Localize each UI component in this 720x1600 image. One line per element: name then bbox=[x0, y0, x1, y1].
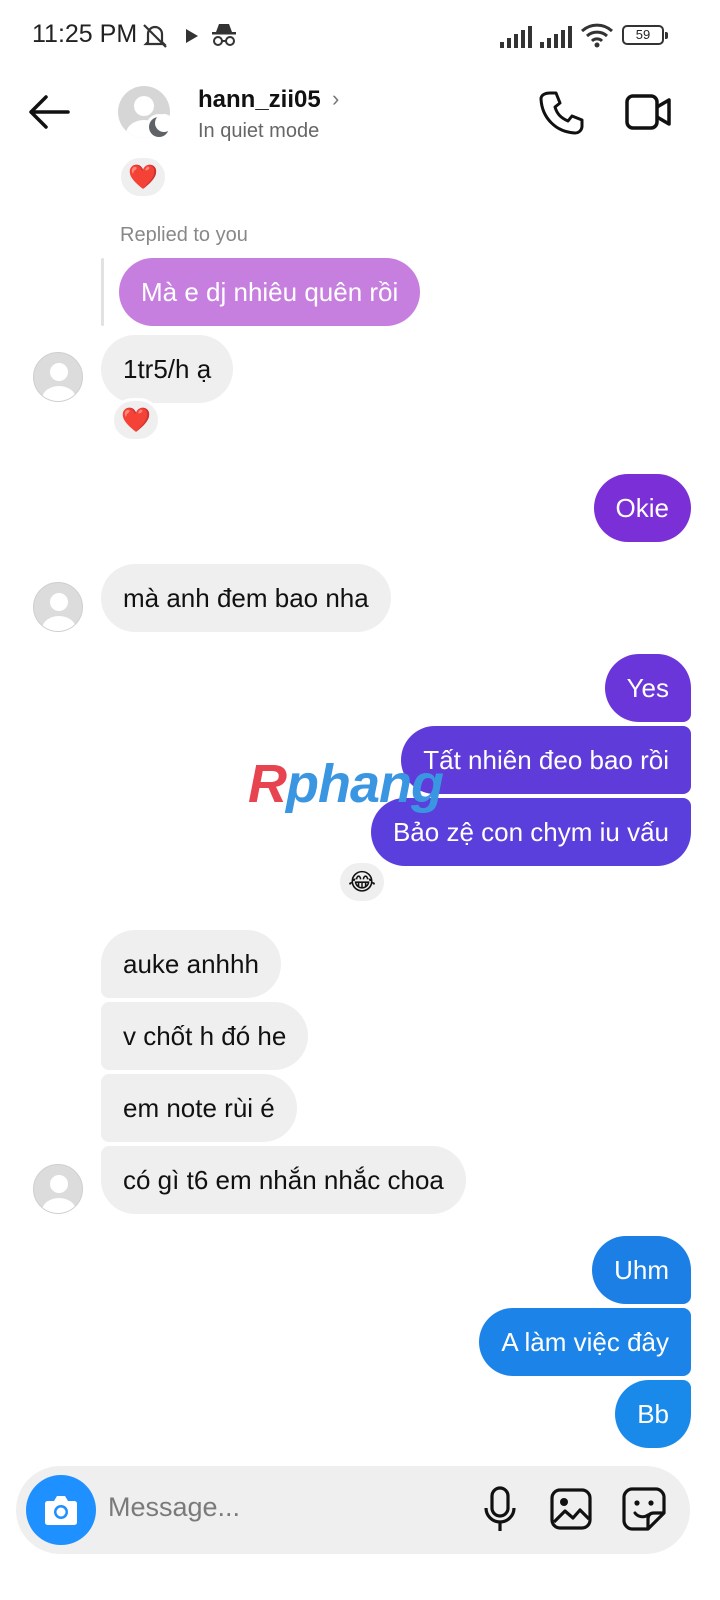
default-avatar-icon bbox=[42, 1175, 76, 1213]
outgoing-message[interactable]: Uhm bbox=[592, 1236, 691, 1304]
camera-button[interactable] bbox=[26, 1475, 96, 1545]
gallery-icon[interactable] bbox=[550, 1488, 592, 1530]
chevron-right-icon[interactable]: › bbox=[332, 86, 339, 112]
incoming-message[interactable]: 1tr5/h ạ bbox=[101, 335, 234, 403]
message-input[interactable]: Message... bbox=[108, 1492, 240, 1523]
chat-header: hann_zii05 › In quiet mode bbox=[0, 72, 720, 156]
heart-reaction[interactable]: ❤️ bbox=[111, 398, 161, 442]
default-avatar-icon bbox=[42, 363, 76, 401]
battery-indicator: 59 bbox=[622, 25, 668, 45]
quiet-mode-icon bbox=[146, 114, 173, 140]
back-arrow-icon[interactable] bbox=[28, 92, 72, 132]
status-time: 11:25 PM bbox=[32, 20, 138, 48]
outgoing-message[interactable]: Okie bbox=[593, 474, 691, 542]
avatar[interactable] bbox=[33, 352, 83, 402]
incoming-message[interactable]: có gì t6 em nhắn nhắc choa bbox=[101, 1146, 466, 1214]
incoming-message[interactable]: mà anh đem bao nha bbox=[101, 564, 391, 632]
outgoing-message[interactable]: Yes bbox=[604, 654, 691, 722]
signal-icon bbox=[540, 26, 572, 48]
status-bar: 11:25 PM 59 bbox=[0, 0, 720, 72]
incognito-icon bbox=[212, 24, 236, 46]
signal-icon bbox=[500, 26, 532, 48]
incoming-message[interactable]: v chốt h đó he bbox=[101, 1002, 309, 1070]
avatar[interactable] bbox=[33, 582, 83, 632]
outgoing-message[interactable]: Bb bbox=[615, 1380, 691, 1448]
message-composer: Message... bbox=[16, 1466, 690, 1554]
outgoing-message[interactable]: Tất nhiên đeo bao rồi bbox=[401, 726, 691, 794]
mute-icon bbox=[143, 24, 167, 48]
sticker-icon[interactable] bbox=[622, 1487, 666, 1531]
replied-to-you-label: Replied to you bbox=[120, 224, 248, 246]
watermark-logo: Rphang bbox=[248, 754, 444, 814]
phone-icon[interactable] bbox=[538, 90, 584, 136]
reply-indicator-line bbox=[101, 258, 104, 326]
replied-message-bubble[interactable]: Mà e dj nhiêu quên rồi bbox=[119, 258, 421, 326]
avatar[interactable] bbox=[33, 1164, 83, 1214]
video-camera-icon[interactable] bbox=[624, 92, 672, 132]
outgoing-message[interactable]: A làm việc đây bbox=[479, 1308, 691, 1376]
heart-reaction[interactable]: ❤️ bbox=[118, 155, 168, 199]
laugh-reaction[interactable]: 😂 bbox=[337, 860, 387, 904]
camera-icon bbox=[45, 1496, 77, 1525]
battery-level: 59 bbox=[635, 27, 651, 42]
microphone-icon[interactable] bbox=[482, 1486, 518, 1534]
wifi-icon bbox=[580, 23, 614, 48]
contact-username[interactable]: hann_zii05 bbox=[198, 86, 321, 114]
incoming-message[interactable]: em note rùi é bbox=[101, 1074, 297, 1142]
contact-status: In quiet mode bbox=[198, 120, 320, 142]
incoming-message[interactable]: auke anhhh bbox=[101, 930, 281, 998]
play-icon bbox=[186, 29, 198, 43]
default-avatar-icon bbox=[42, 593, 76, 631]
